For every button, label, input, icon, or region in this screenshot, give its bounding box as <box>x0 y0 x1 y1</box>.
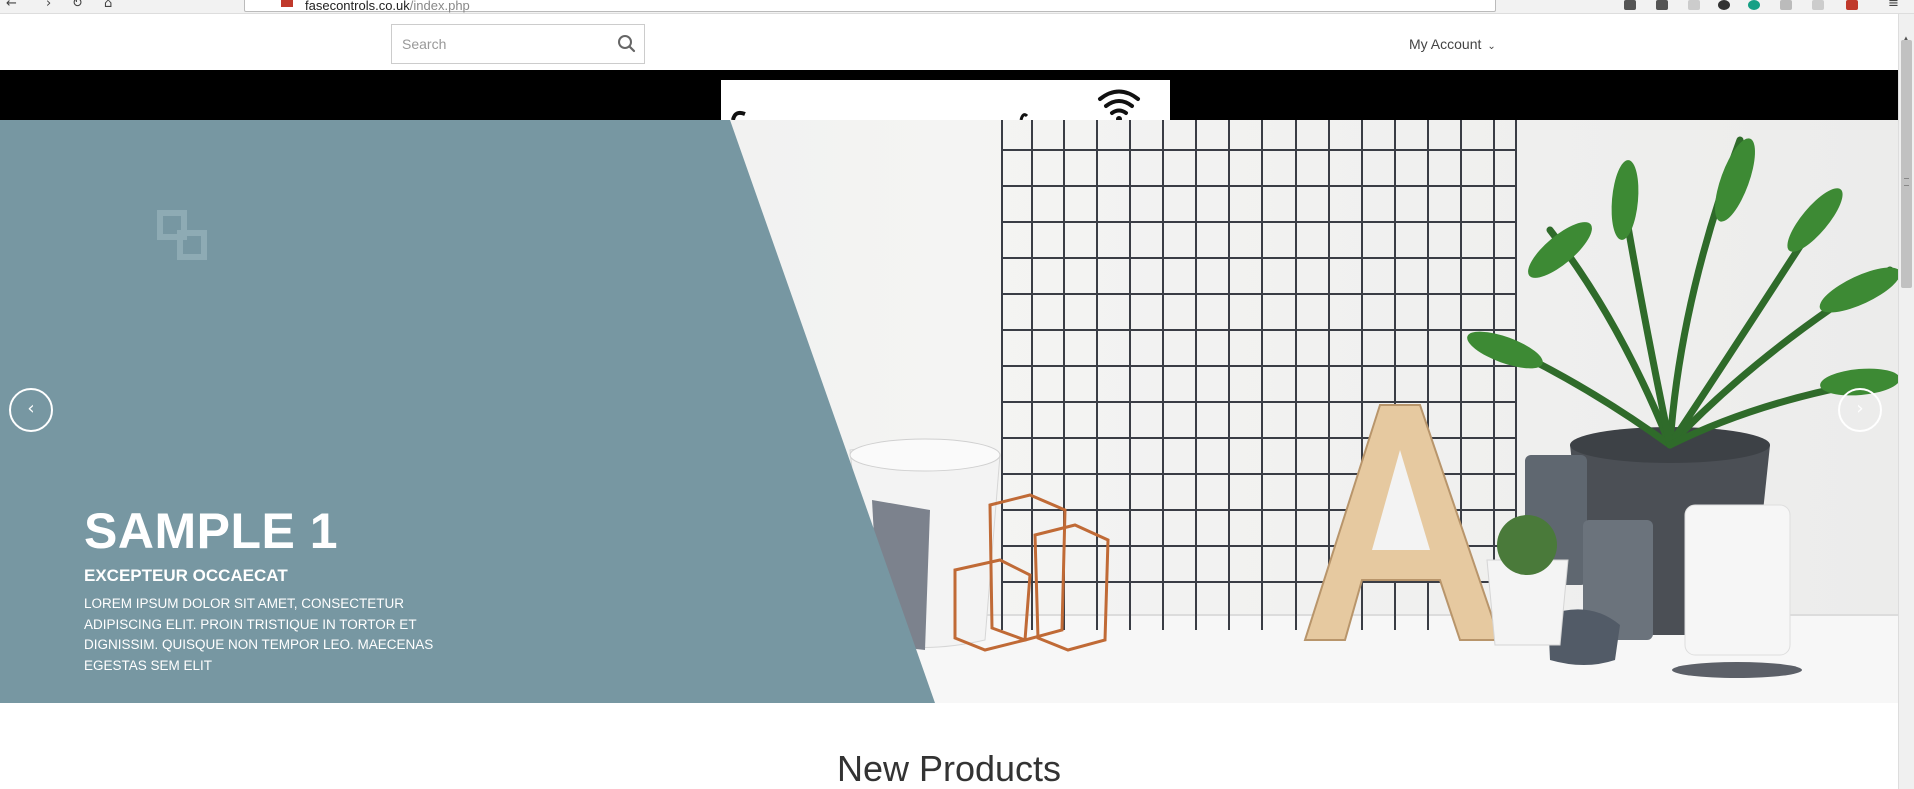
slide-description: LOREM IPSUM DOLOR SIT AMET, CONSECTETUR … <box>84 596 434 673</box>
extension-icon[interactable] <box>1812 0 1824 10</box>
extension-icon[interactable] <box>1688 0 1700 10</box>
my-account-dropdown[interactable]: My Account ⌄ <box>1409 36 1496 52</box>
extension-icon[interactable] <box>1846 0 1858 10</box>
search-icon[interactable] <box>616 33 638 55</box>
search-input[interactable] <box>392 25 602 63</box>
my-account-label: My Account <box>1409 36 1482 52</box>
extension-icon[interactable] <box>1718 0 1730 10</box>
sidebar-icon[interactable] <box>1656 0 1668 10</box>
address-bar[interactable]: fasecontrols.co.uk/index.php <box>244 0 1496 13</box>
home-icon[interactable]: ⌂ <box>104 0 112 11</box>
slider-prev-button[interactable]: ‹ <box>9 388 53 432</box>
site-header: My Account ⌄ <box>0 14 1898 70</box>
hero-slider: SAMPLE 1 EXCEPTEUR OCCAECAT LOREM IPSUM … <box>0 120 1898 703</box>
reload-icon[interactable]: ↻ <box>72 0 83 11</box>
extension-icon[interactable] <box>1780 0 1792 10</box>
site-logo[interactable] <box>721 80 1170 120</box>
scrollbar-thumb[interactable] <box>1901 40 1912 288</box>
slider-next-button[interactable]: › <box>1838 388 1882 432</box>
page-scrollbar[interactable]: ▲ <box>1898 14 1914 789</box>
chevron-down-icon: ⌄ <box>1487 41 1496 52</box>
scroll-grip-icon <box>1904 178 1909 186</box>
site-favicon-icon <box>281 0 293 7</box>
back-icon[interactable]: ← <box>6 0 17 11</box>
library-icon[interactable] <box>1624 0 1636 10</box>
grammarly-icon[interactable] <box>1748 0 1760 10</box>
browser-toolbar: ← › ↻ ⌂ fasecontrols.co.uk/index.php ≡ <box>0 0 1914 14</box>
slide-subtitle: EXCEPTEUR OCCAECAT <box>84 566 288 585</box>
slide-title: SAMPLE 1 <box>84 503 339 559</box>
wifi-icon <box>1098 89 1140 115</box>
forward-icon[interactable]: › <box>46 0 51 11</box>
menu-icon[interactable]: ≡ <box>1888 0 1899 11</box>
logo-band <box>0 70 1898 120</box>
new-products-heading: New Products <box>836 748 1062 789</box>
search-box <box>391 24 645 64</box>
url-text: fasecontrols.co.uk/index.php <box>305 0 470 13</box>
